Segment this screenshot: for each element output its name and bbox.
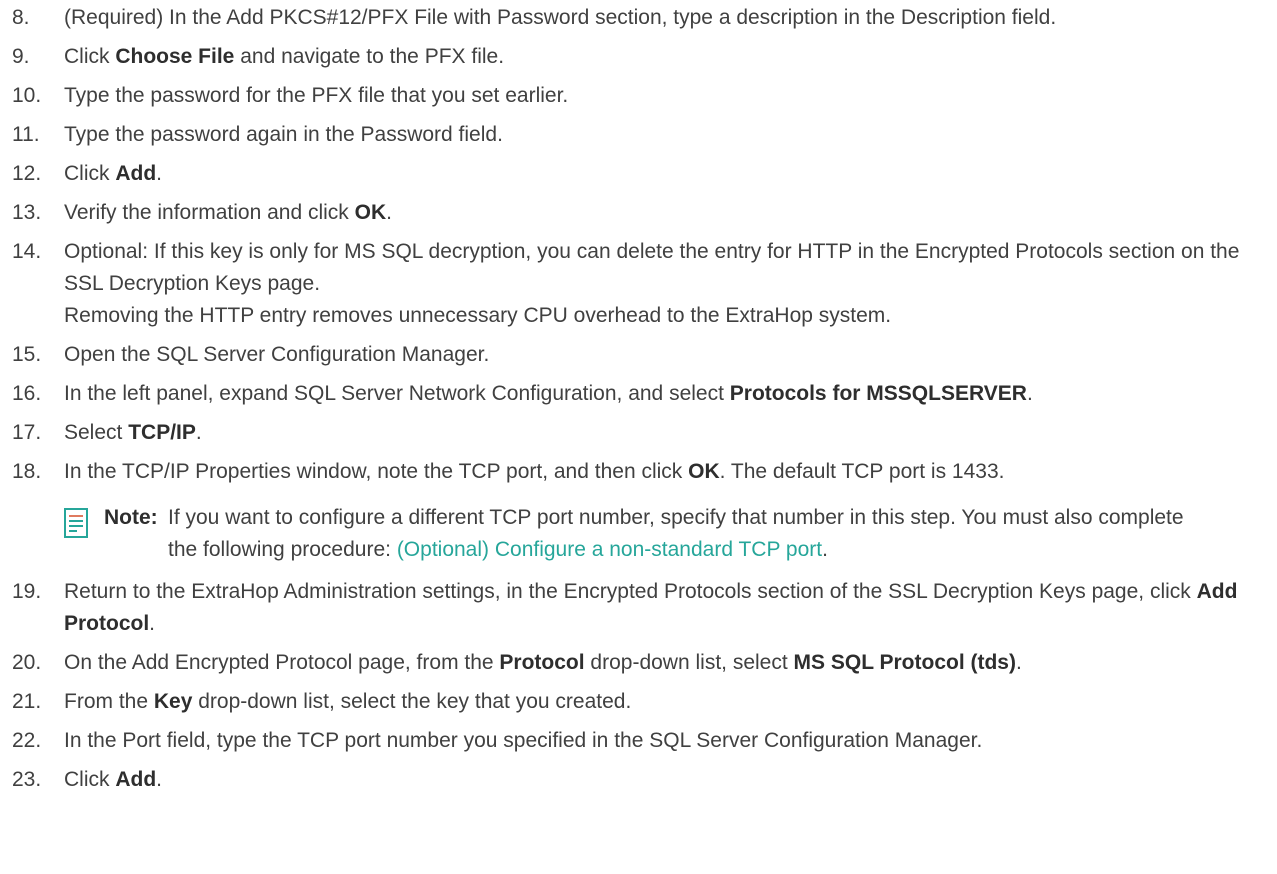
note-text: If you want to configure a different TCP… [104, 502, 1214, 566]
step-text-segment: . [149, 612, 156, 635]
step-text-segment: Click [64, 45, 116, 68]
procedure-steps: 8. (Required) In the Add PKCS#12/PFX File… [0, 0, 1277, 796]
step-text: Select TCP/IP. [64, 417, 1264, 449]
step-text: Return to the ExtraHop Administration se… [64, 576, 1264, 640]
procedure-step: 20. On the Add Encrypted Protocol page, f… [12, 647, 1264, 679]
ui-term: Protocols for MSSQLSERVER [729, 382, 1027, 405]
procedure-step: 16. In the left panel, expand SQL Server … [12, 378, 1264, 410]
step-number: 9. [12, 45, 30, 68]
step-text-segment: On the Add Encrypted Protocol page, from… [64, 651, 500, 674]
step-text-segment: drop-down list, select [584, 651, 794, 674]
step-text: In the left panel, expand SQL Server Net… [64, 378, 1264, 410]
step-text: Click Choose File and navigate to the PF… [64, 41, 1264, 73]
step-text: Open the SQL Server Configuration Manage… [64, 339, 1264, 371]
step-text: (Required) In the Add PKCS#12/PFX File w… [64, 2, 1264, 34]
note-document-icon [64, 508, 88, 538]
procedure-step: 13. Verify the information and click OK. [12, 197, 1264, 229]
ui-term: TCP/IP [128, 421, 196, 444]
ui-term: Add [115, 162, 157, 185]
step-number: 20. [12, 651, 42, 674]
ui-term: MS SQL Protocol (tds) [793, 651, 1016, 674]
procedure-step: 17. Select TCP/IP. [12, 417, 1264, 449]
procedure-step: 22. In the Port field, type the TCP port … [12, 725, 1264, 757]
step-number: 14. [12, 240, 42, 263]
step-text: On the Add Encrypted Protocol page, from… [64, 647, 1264, 679]
procedure-step: 15. Open the SQL Server Configuration Man… [12, 339, 1264, 371]
procedure-step: 21. From the Key drop-down list, select t… [12, 686, 1264, 718]
step-text-segment: In the left panel, expand SQL Server Net… [64, 382, 730, 405]
step-text-segment: drop-down list, select the key that you … [192, 690, 632, 713]
step-number: 17. [12, 421, 42, 444]
step-number: 8. [12, 6, 30, 29]
step-number: 10. [12, 84, 42, 107]
procedure-step: 19. Return to the ExtraHop Administration… [12, 576, 1264, 640]
step-text-segment: . [386, 201, 392, 224]
step-number: 23. [12, 768, 42, 791]
procedure-step: 23. Click Add. [12, 764, 1264, 796]
step-number: 19. [12, 580, 42, 603]
note-callout: Note: If you want to configure a differen… [64, 502, 1214, 566]
procedure-step: 8. (Required) In the Add PKCS#12/PFX File… [12, 2, 1264, 34]
step-text-segment: and navigate to the PFX file. [234, 45, 505, 68]
step-text: Optional: If this key is only for MS SQL… [64, 236, 1264, 300]
step-number: 22. [12, 729, 42, 752]
step-text-segment: Click [64, 768, 116, 791]
step-text: In the Port field, type the TCP port num… [64, 725, 1264, 757]
ui-term: Key [153, 690, 193, 713]
procedure-step: 18. In the TCP/IP Properties window, note… [12, 456, 1264, 488]
step-text-segment: In the TCP/IP Properties window, note th… [64, 460, 689, 483]
step-text-segment: Click [64, 162, 116, 185]
step-text-segment: . [156, 768, 163, 791]
step-number: 12. [12, 162, 42, 185]
step-result-text: Removing the HTTP entry removes unnecess… [64, 304, 892, 327]
ui-term: OK [354, 201, 387, 224]
step-number: 16. [12, 382, 42, 405]
step-text: Type the password again in the Password … [64, 119, 1264, 151]
step-text-segment: In the Port field, type the TCP port num… [64, 729, 983, 752]
procedure-step: 9. Click Choose File and navigate to the … [12, 41, 1264, 73]
configure-tcp-port-link[interactable]: (Optional) Configure a non-standard TCP … [397, 538, 822, 561]
procedure-step: 14. Optional: If this key is only for MS … [12, 236, 1264, 332]
step-text-segment: . [1026, 382, 1033, 405]
step-text-segment: (Required) In the Add PKCS#12/PFX File w… [64, 6, 1057, 29]
step-number: 21. [12, 690, 42, 713]
ui-term: Add [115, 768, 157, 791]
step-text-segment: . [1015, 651, 1022, 674]
step-text-segment: From the [64, 690, 154, 713]
procedure-step: 12. Click Add. [12, 158, 1264, 190]
step-number: 18. [12, 460, 42, 483]
step-text-segment: Type the password for the PFX file that … [64, 84, 569, 107]
ui-term: OK [688, 460, 720, 483]
step-text: Type the password for the PFX file that … [64, 80, 1264, 112]
step-text: Verify the information and click OK. [64, 197, 1264, 229]
step-text-segment: Type the password again in the Password … [64, 123, 503, 146]
step-text-segment: Verify the information and click [64, 201, 355, 224]
step-text: Click Add. [64, 764, 1264, 796]
procedure-step: 11. Type the password again in the Passwo… [12, 119, 1264, 151]
step-number: 11. [12, 123, 40, 146]
procedure-step: 10. Type the password for the PFX file th… [12, 80, 1264, 112]
step-number: 15. [12, 343, 42, 366]
ui-term: Protocol [499, 651, 585, 674]
step-text-segment: Select [64, 421, 129, 444]
step-text-segment: . [195, 421, 202, 444]
ui-term: Choose File [115, 45, 235, 68]
step-text-segment: . [156, 162, 163, 185]
step-text-segment: Return to the ExtraHop Administration se… [64, 580, 1197, 603]
step-text: In the TCP/IP Properties window, note th… [64, 456, 1264, 488]
note-label: Note: [104, 506, 158, 529]
step-text-segment: Optional: If this key is only for MS SQL… [64, 240, 1240, 295]
step-text: From the Key drop-down list, select the … [64, 686, 1264, 718]
step-text-segment: . The default TCP port is 1433. [719, 460, 1005, 483]
step-text: Click Add. [64, 158, 1264, 190]
step-text-segment: Open the SQL Server Configuration Manage… [64, 343, 490, 366]
note-text-segment: . [822, 538, 828, 561]
step-number: 13. [12, 201, 42, 224]
